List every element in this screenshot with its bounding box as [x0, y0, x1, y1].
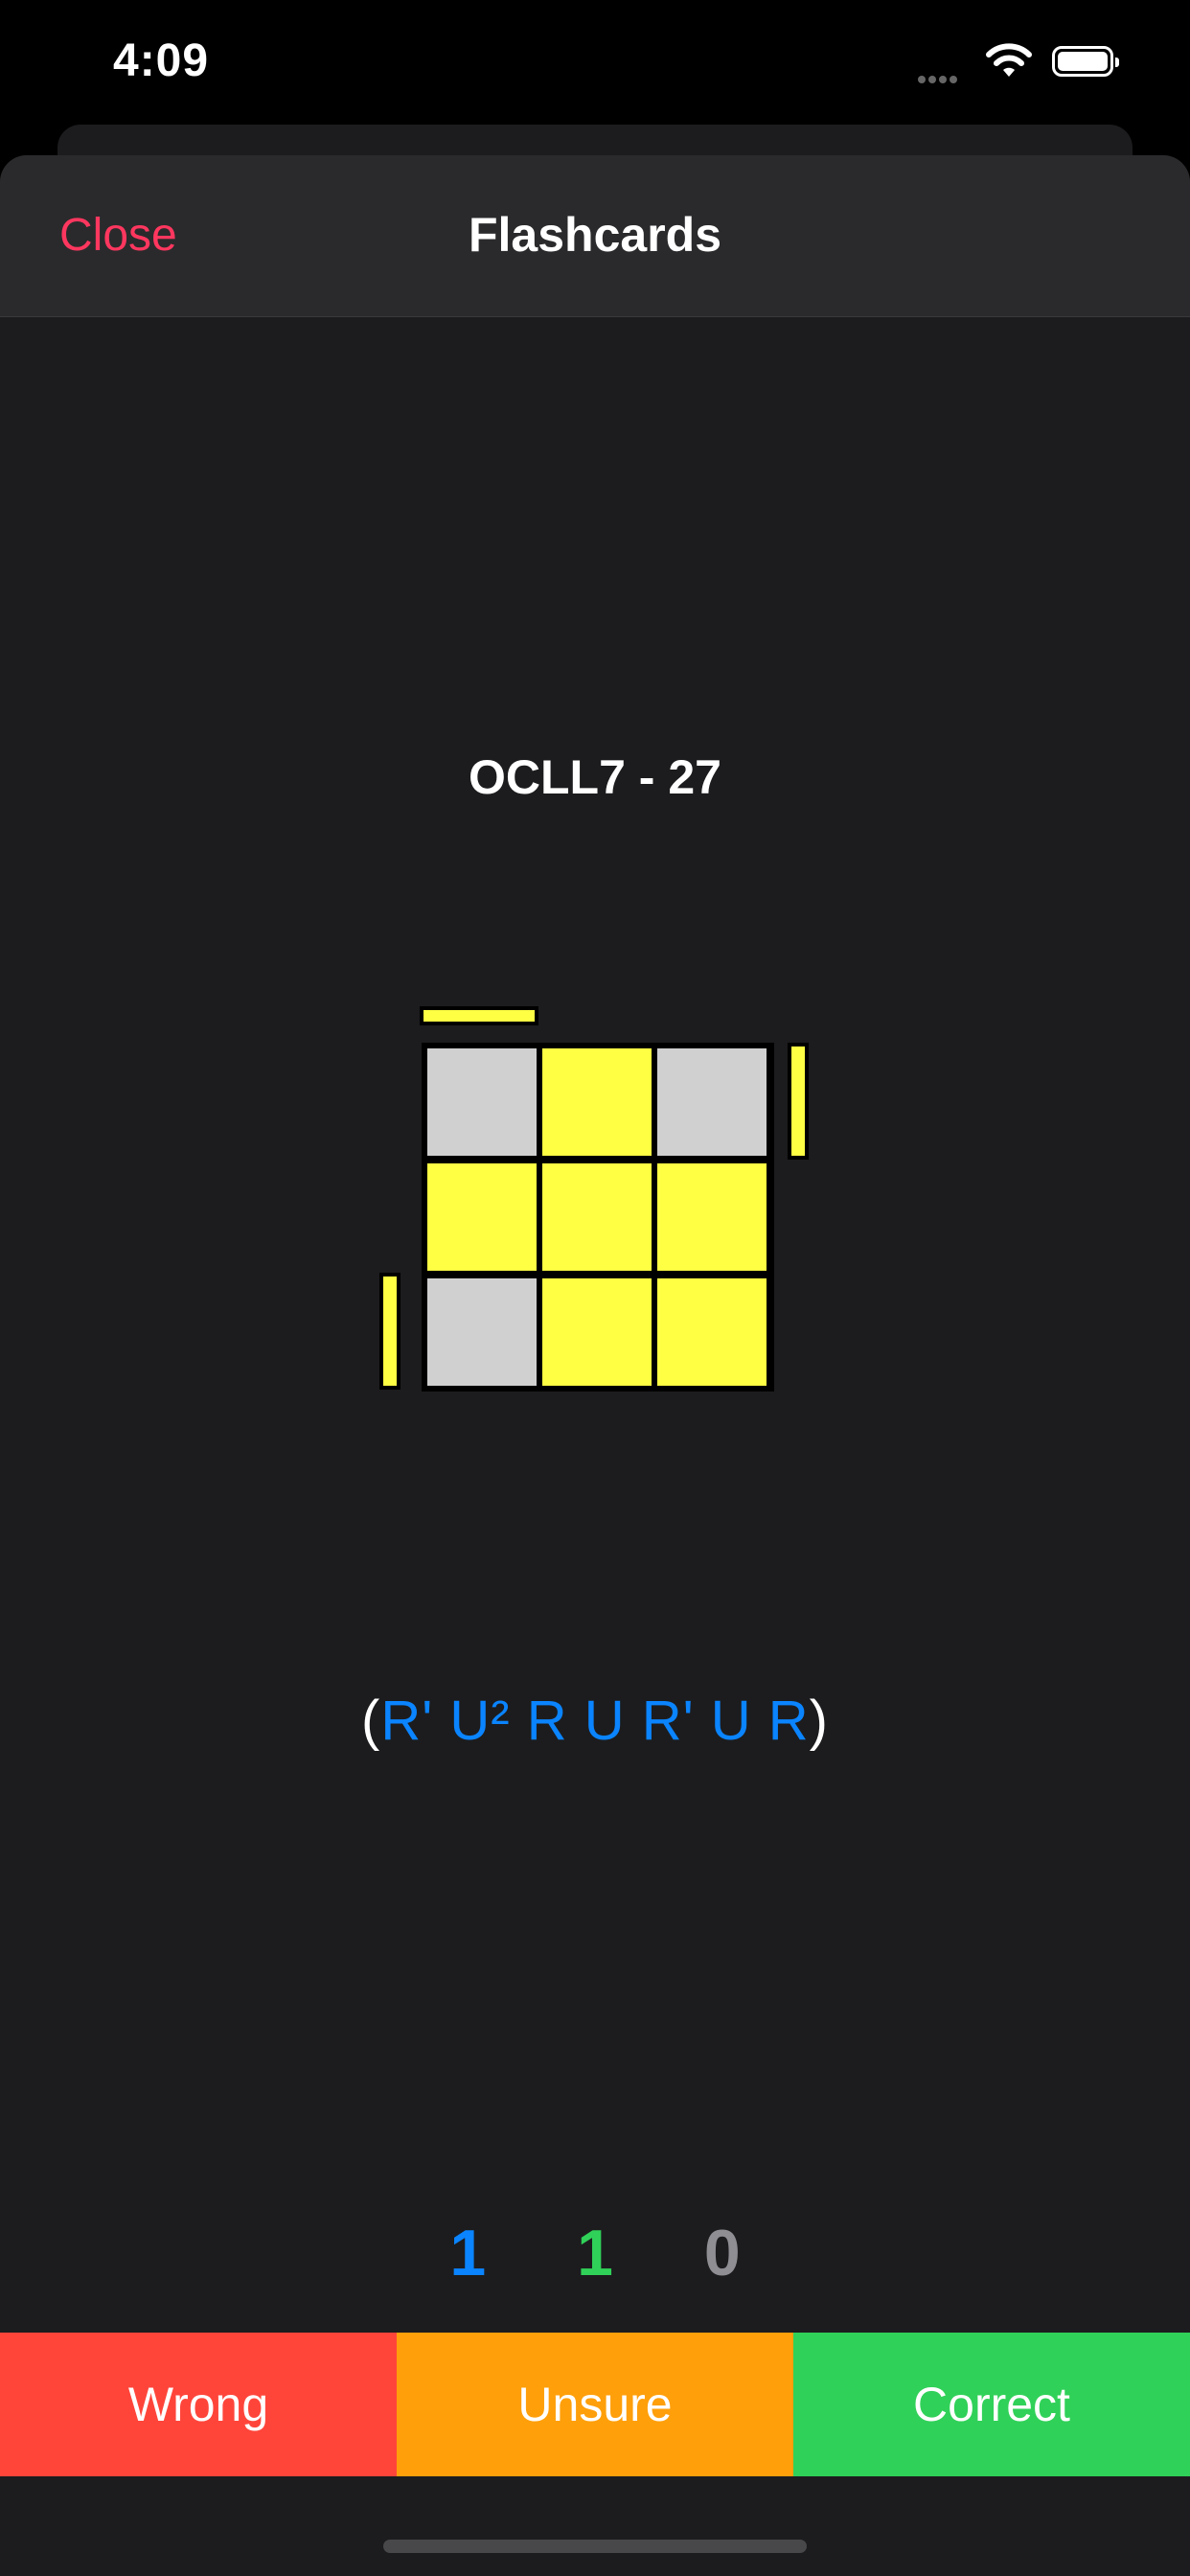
oll-case-diagram: [372, 845, 822, 1406]
sticker-0-1: [542, 1048, 652, 1156]
status-bar: 4:09: [0, 0, 1190, 125]
algorithm: (R' U² R U R' U R): [0, 1689, 1190, 1753]
wrong-button[interactable]: Wrong: [0, 2333, 397, 2476]
score-counters: 1 1 0: [0, 2216, 1190, 2290]
algorithm-close-paren: ): [809, 1690, 829, 1752]
unsure-button[interactable]: Unsure: [397, 2333, 793, 2476]
wrong-count: 1: [449, 2217, 487, 2289]
sticker-1-2: [657, 1163, 767, 1271]
algorithm-open-paren: (: [360, 1690, 381, 1752]
navigation-bar: Close Flashcards: [0, 155, 1190, 317]
page-title: Flashcards: [468, 208, 721, 262]
sticker-1-0: [427, 1163, 537, 1271]
sticker-2-1: [542, 1278, 652, 1386]
unsure-count: 1: [577, 2217, 613, 2289]
sticker-2-2: [657, 1278, 767, 1386]
status-time: 4:09: [113, 35, 210, 86]
correct-button[interactable]: Correct: [793, 2333, 1190, 2476]
wifi-icon: [985, 42, 1033, 85]
side-sticker-top: [420, 1006, 538, 1025]
battery-icon: [1052, 46, 1119, 77]
home-indicator[interactable]: [383, 2540, 807, 2553]
side-sticker-right: [788, 1043, 809, 1160]
side-sticker-left: [379, 1273, 400, 1390]
algorithm-moves[interactable]: R' U² R U R' U R: [380, 1690, 809, 1752]
cellular-icon: [918, 71, 960, 88]
correct-count: 0: [703, 2217, 741, 2289]
case-name: OCLL7 - 27: [469, 750, 721, 804]
flashcards-sheet: Close Flashcards OCLL7 - 27 (R' U² R U R…: [0, 155, 1190, 2576]
answer-buttons: Wrong Unsure Correct: [0, 2333, 1190, 2476]
sticker-0-0: [427, 1048, 537, 1156]
sticker-0-2: [657, 1048, 767, 1156]
sticker-2-0: [427, 1278, 537, 1386]
sticker-1-1: [542, 1163, 652, 1271]
